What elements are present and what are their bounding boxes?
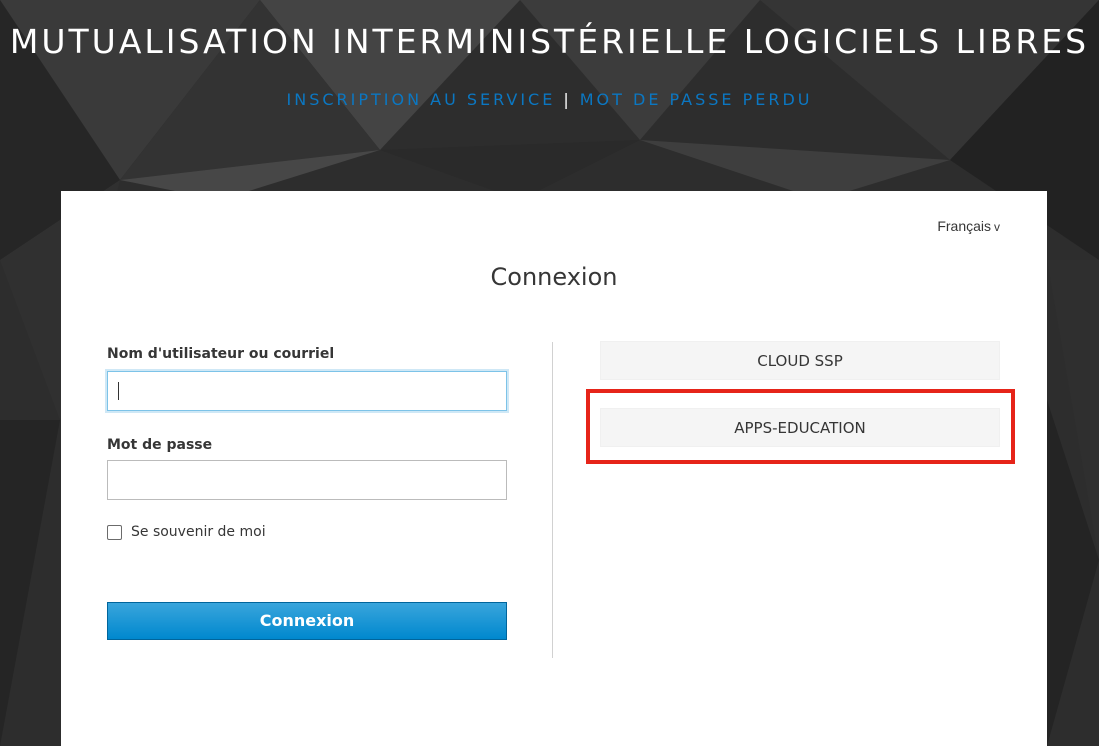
login-card: Français v Connexion Nom d'utilisateur ou…	[61, 191, 1047, 746]
provider-cloud-ssp-button[interactable]: CLOUD SSP	[600, 341, 1000, 380]
language-label: Français	[937, 218, 991, 234]
highlight-annotation-box	[586, 389, 1015, 464]
password-label: Mot de passe	[107, 437, 213, 453]
remember-me-checkbox[interactable]	[107, 524, 122, 540]
forgot-password-link[interactable]: MOT DE PASSE PERDU	[580, 90, 813, 109]
language-selector[interactable]: Français v	[937, 218, 1000, 234]
password-input[interactable]	[107, 460, 507, 500]
text-cursor	[118, 382, 119, 400]
username-input[interactable]	[107, 371, 507, 411]
header-links: INSCRIPTION AU SERVICE | MOT DE PASSE PERD…	[0, 90, 1099, 109]
remember-me-label: Se souvenir de moi	[131, 524, 266, 540]
column-divider	[552, 342, 553, 658]
login-title: Connexion	[490, 263, 618, 291]
register-link[interactable]: INSCRIPTION AU SERVICE	[287, 90, 556, 109]
site-title: MUTUALISATION INTERMINISTÉRIELLE LOGICIE…	[9, 22, 1090, 61]
link-separator: |	[563, 90, 572, 109]
username-label: Nom d'utilisateur ou courriel	[107, 346, 335, 362]
chevron-down-icon: v	[994, 220, 1000, 234]
login-button[interactable]: Connexion	[107, 602, 507, 640]
remember-me[interactable]: Se souvenir de moi	[107, 524, 266, 540]
